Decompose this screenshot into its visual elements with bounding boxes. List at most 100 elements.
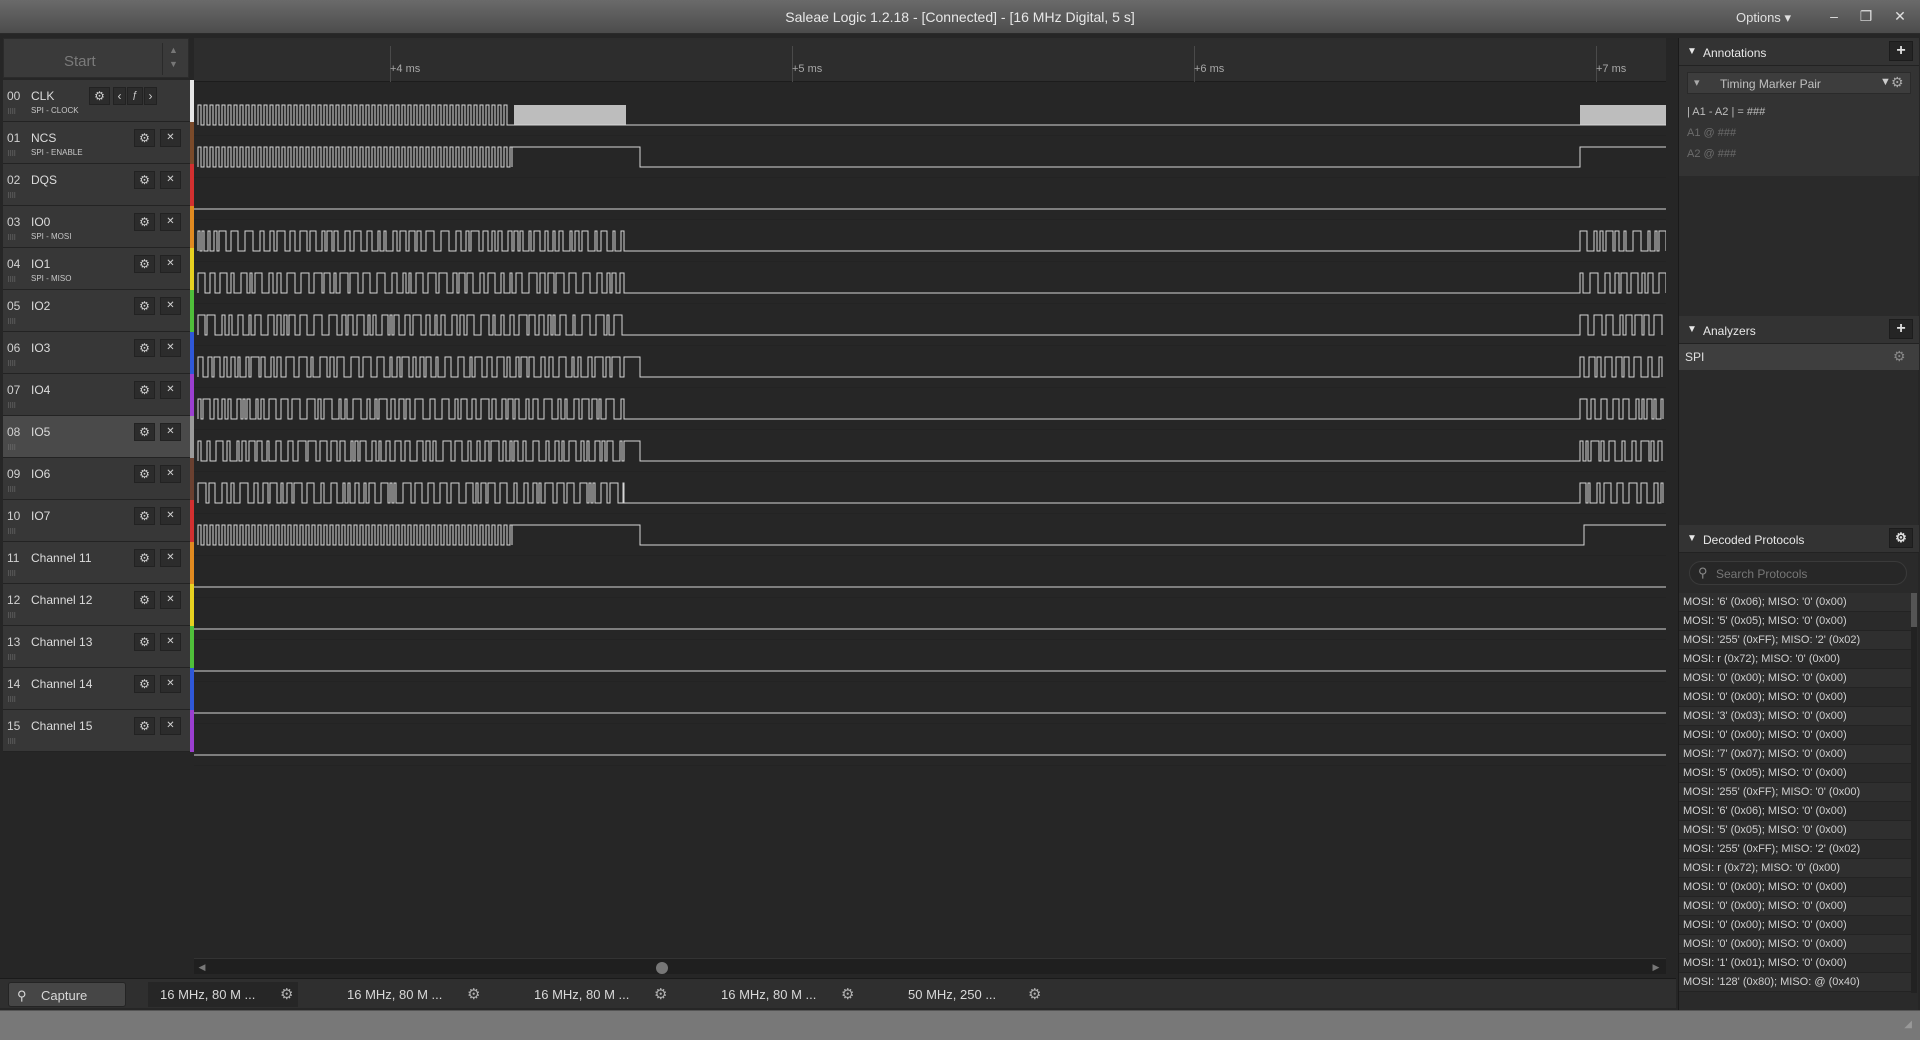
drag-handle-icon[interactable]: ⠿⠿ [7,570,21,578]
gear-icon[interactable]: ⚙ [654,982,667,1007]
gear-icon[interactable]: ⚙ [841,982,854,1007]
decoded-row[interactable]: MOSI: '128' (0x80); MISO: @ (0x40) [1679,973,1911,992]
capture-tab[interactable]: ⚲ Capture [8,982,126,1007]
search-protocols-input[interactable]: ⚲ Search Protocols [1689,561,1907,585]
channel-row[interactable]: 02 ⠿⠿ DQS ⚙ ✕ [3,164,194,206]
waveform-row[interactable] [194,94,1666,136]
channel-row[interactable]: 03 ⠿⠿ IO0 SPI - MOSI ⚙ ✕ [3,206,194,248]
channel-name[interactable]: IO7 [31,509,50,523]
drag-handle-icon[interactable]: ⠿⠿ [7,150,21,158]
channel-row[interactable]: 06 ⠿⠿ IO3 ⚙ ✕ [3,332,194,374]
decoded-row[interactable]: MOSI: '0' (0x00); MISO: '0' (0x00) [1679,688,1911,707]
gear-icon[interactable]: ⚙ [467,982,480,1007]
channel-settings-button[interactable]: ⚙ [134,717,155,735]
channel-settings-button[interactable]: ⚙ [89,87,110,105]
waveform-row[interactable] [194,304,1666,346]
channel-trigger-button[interactable]: ✕ [160,591,181,609]
channel-trigger-button[interactable]: ✕ [160,423,181,441]
decoded-row[interactable]: MOSI: '5' (0x05); MISO: '0' (0x00) [1679,764,1911,783]
drag-handle-icon[interactable]: ⠿⠿ [7,318,21,326]
waveform-row[interactable] [194,346,1666,388]
scroll-right-icon[interactable]: ▶ [1650,960,1662,974]
close-button[interactable]: ✕ [1888,6,1912,26]
scroll-thumb[interactable] [656,962,668,974]
channel-trigger-button[interactable]: ✕ [160,255,181,273]
channel-row[interactable]: 05 ⠿⠿ IO2 ⚙ ✕ [3,290,194,332]
time-ruler[interactable]: +4 ms +5 ms +6 ms +7 ms [194,38,1666,82]
analyzers-header[interactable]: ▼ Analyzers + [1679,316,1919,344]
decoded-header[interactable]: ▼ Decoded Protocols ⚙ [1679,525,1919,553]
channel-settings-button[interactable]: ⚙ [134,465,155,483]
decoded-row[interactable]: MOSI: '6' (0x06); MISO: '0' (0x00) [1679,593,1911,612]
channel-row[interactable]: 01 ⠿⠿ NCS SPI - ENABLE ⚙ ✕ [3,122,194,164]
channel-name[interactable]: NCS [31,131,56,145]
channel-name[interactable]: IO5 [31,425,50,439]
session-tab[interactable]: 16 MHz, 80 M ... [522,982,672,1007]
drag-handle-icon[interactable]: ⠿⠿ [7,486,21,494]
drag-handle-icon[interactable]: ⠿⠿ [7,654,21,662]
channel-name[interactable]: Channel 15 [31,719,92,733]
decoded-row[interactable]: MOSI: '0' (0x00); MISO: '0' (0x00) [1679,916,1911,935]
channel-trigger-button[interactable]: ✕ [160,507,181,525]
channel-settings-button[interactable]: ⚙ [134,339,155,357]
channel-name[interactable]: IO2 [31,299,50,313]
channel-trigger-button[interactable]: ✕ [160,465,181,483]
decoded-row[interactable]: MOSI: '5' (0x05); MISO: '0' (0x00) [1679,821,1911,840]
channel-row[interactable]: 09 ⠿⠿ IO6 ⚙ ✕ [3,458,194,500]
waveform-row[interactable] [194,514,1666,556]
channel-settings-button[interactable]: ⚙ [134,633,155,651]
channel-settings-button[interactable]: ⚙ [134,171,155,189]
channel-settings-button[interactable]: ⚙ [134,213,155,231]
waveform-row[interactable] [194,472,1666,514]
channel-settings-button[interactable]: ⚙ [134,255,155,273]
drag-handle-icon[interactable]: ⠿⠿ [7,738,21,746]
drag-handle-icon[interactable]: ⠿⠿ [7,360,21,368]
drag-handle-icon[interactable]: ⠿⠿ [7,612,21,620]
waveform-row[interactable] [194,178,1666,220]
waveform-row[interactable] [194,640,1666,682]
decoded-row[interactable]: MOSI: '0' (0x00); MISO: '0' (0x00) [1679,897,1911,916]
channel-trigger-button[interactable]: ✕ [160,297,181,315]
channel-row[interactable]: 04 ⠿⠿ IO1 SPI - MISO ⚙ ✕ [3,248,194,290]
session-tab[interactable]: 16 MHz, 80 M ... [148,982,298,1007]
channel-settings-button[interactable]: ⚙ [134,549,155,567]
waveform-row[interactable] [194,682,1666,724]
channel-trigger-button[interactable]: ✕ [160,339,181,357]
drag-handle-icon[interactable]: ⠿⠿ [7,528,21,536]
drag-handle-icon[interactable]: ⠿⠿ [7,402,21,410]
decoded-row[interactable]: MOSI: '255' (0xFF); MISO: '2' (0x02) [1679,840,1911,859]
scroll-left-icon[interactable]: ◀ [196,960,208,974]
start-options-spinner[interactable]: ▲ ▼ [162,43,184,75]
gear-icon[interactable]: ⚙ [1891,74,1904,91]
trigger-prev-button[interactable]: ‹ [113,87,126,105]
decoded-row[interactable]: MOSI: '5' (0x05); MISO: '0' (0x00) [1679,612,1911,631]
channel-settings-button[interactable]: ⚙ [134,129,155,147]
waveform-row[interactable] [194,556,1666,598]
channel-name[interactable]: IO3 [31,341,50,355]
waveform-row[interactable] [194,262,1667,304]
drag-handle-icon[interactable]: ⠿⠿ [7,276,21,284]
channel-name[interactable]: DQS [31,173,57,187]
decoded-row[interactable]: MOSI: '3' (0x03); MISO: '0' (0x00) [1679,707,1911,726]
decoded-settings-button[interactable]: ⚙ [1889,528,1913,548]
decoded-scrollbar[interactable] [1911,593,1917,993]
minimize-button[interactable]: – [1822,6,1846,26]
gear-icon[interactable]: ⚙ [1028,982,1041,1007]
collapse-triangle-icon[interactable]: ▼ [1687,533,1697,544]
channel-name[interactable]: IO4 [31,383,50,397]
channel-name[interactable]: Channel 12 [31,593,92,607]
channel-name[interactable]: CLK [31,89,54,103]
resize-grip-icon[interactable]: ◢ [1904,1019,1912,1030]
options-menu[interactable]: Options ▾ [1736,10,1791,26]
waveform-row[interactable] [194,598,1666,640]
timing-marker-select[interactable]: ▾ Timing Marker Pair ▼ [1687,72,1911,94]
channel-trigger-button[interactable]: ✕ [160,633,181,651]
drag-handle-icon[interactable]: ⠿⠿ [7,696,21,704]
channel-settings-button[interactable]: ⚙ [134,591,155,609]
channel-row[interactable]: 13 ⠿⠿ Channel 13 ⚙ ✕ [3,626,194,668]
channel-name[interactable]: IO1 [31,257,50,271]
decoded-list[interactable]: MOSI: '6' (0x06); MISO: '0' (0x00) MOSI: … [1679,593,1911,993]
drag-handle-icon[interactable]: ⠿⠿ [7,108,21,116]
gear-icon[interactable]: ⚙ [1893,348,1906,365]
session-tab[interactable]: 50 MHz, 250 ... [896,982,1046,1007]
